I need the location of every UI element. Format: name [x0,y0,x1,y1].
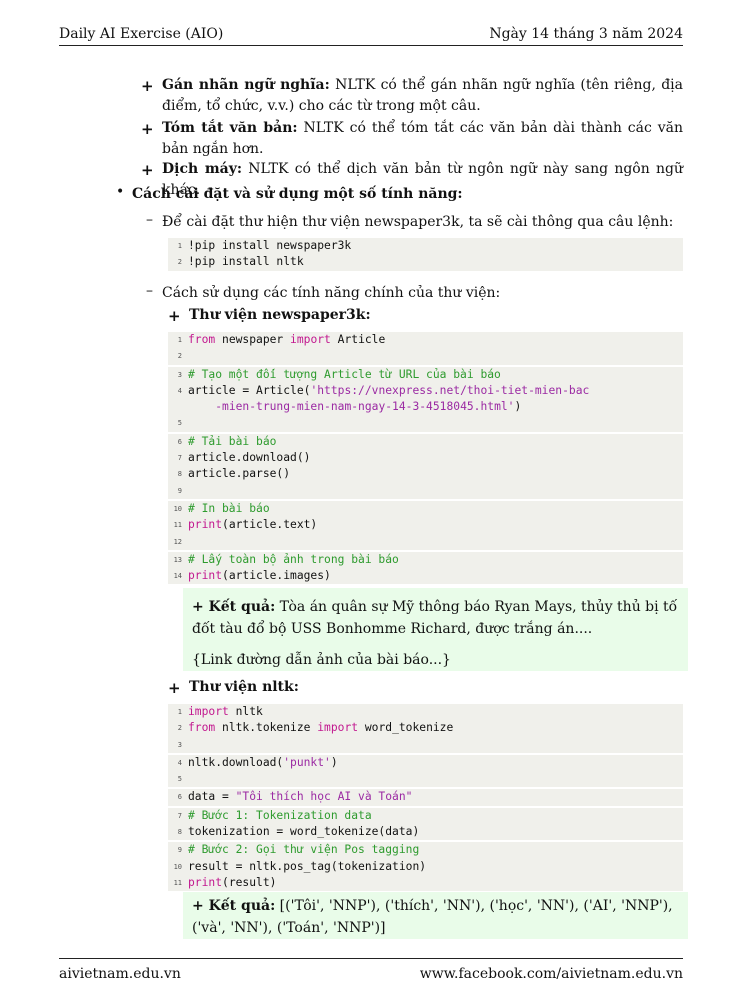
footer-website: aivietnam.edu.vn [59,966,181,982]
result-link: {Link đường dẫn ảnh của bài báo...} [192,652,451,668]
plus-icon: + [168,679,181,697]
code-line: 4 article = Article('https://vnexpress.ne… [177,383,590,397]
install-code-block: 1 !pip install newspaper3k 2 !pip install … [168,238,683,271]
code-line: 14 print(article.images) [173,569,331,583]
code-line: -mien-trung-mien-nam-ngay-14-3-4518045.h… [215,400,522,414]
newspaper-code-block: 1 from newspaper import Article 2 3 # Tạo … [168,332,683,585]
result-box-newspaper: + Kết quả: Tòa án quân sự Mỹ thông báo R… [183,588,688,671]
code-line: 12 [173,537,182,546]
footer-facebook: www.facebook.com/aivietnam.edu.vn [419,966,683,982]
header-title: Daily AI Exercise (AIO) [59,26,224,42]
code-line: 11 print(article.text) [173,518,318,532]
code-line: 3 [177,740,182,749]
code-line: 5 [177,775,182,784]
feature-title: Tóm tắt văn bản: [162,120,298,136]
feature-item: Gán nhãn ngữ nghĩa: NLTK có thể gán nhãn… [162,75,683,117]
plus-icon: + [168,307,181,325]
code-line: 6 # Tải bài báo [168,431,683,450]
bullet-icon: • [116,184,125,200]
install-text: Để cài đặt thư hiện thư viện newspaper3k… [162,214,674,230]
code-line: 2 from nltk.tokenize import word_tokenize [177,721,454,735]
usage-text: Cách sử dụng các tính năng chính của thư… [162,285,501,301]
dash-icon: – [146,212,153,228]
page-header: Daily AI Exercise (AIO) Ngày 14 tháng 3 … [59,26,683,46]
code-line: 7 # Bước 1: Tokenization data [168,805,683,824]
code-line: 8 article.parse() [177,467,291,481]
lib1-title: Thư viện newspaper3k: [189,307,371,323]
code-line: 13 # Lấy toàn bộ ảnh trong bài báo [168,549,683,568]
dash-icon: – [146,283,153,299]
code-line: 2 !pip install nltk [177,255,304,269]
code-line: 2 [177,352,182,361]
lib2-title: Thư viện nltk: [189,679,299,695]
feature-title: Dịch máy: [162,161,243,177]
code-line: 1 from newspaper import Article [177,333,386,346]
code-line: 10 result = nltk.pos_tag(tokenization) [173,859,427,873]
code-line: 1 !pip install newspaper3k [177,239,352,252]
feature-item: Tóm tắt văn bản: NLTK có thể tóm tắt các… [162,118,683,160]
code-line: 5 [177,419,182,428]
result-label: Kết quả: [208,599,276,615]
result-box-nltk: + Kết quả: [('Tôi', 'NNP'), ('thích', 'N… [183,892,688,939]
feature-title: Gán nhãn ngữ nghĩa: [162,77,330,93]
result-text: + Kết quả: Tòa án quân sự Mỹ thông báo R… [192,599,678,637]
header-date: Ngày 14 tháng 3 năm 2024 [489,26,683,42]
section-title: Cách cài đặt và sử dụng một số tính năng… [132,186,463,202]
code-line: 4 nltk.download('punkt') [168,752,683,771]
code-line: 7 article.download() [177,451,311,465]
code-line: 10 # In bài báo [168,498,683,517]
plus-icon: + [141,120,154,138]
result-text: + Kết quả: [('Tôi', 'NNP'), ('thích', 'N… [192,898,673,936]
code-line: 11 print(result) [173,875,277,889]
plus-icon: + [141,77,154,95]
code-line: 9 [177,486,182,495]
code-line: 6 data = "Tôi thích học AI và Toán" [168,787,683,805]
code-line: 9 # Bước 2: Gọi thư viện Pos tagging [168,840,683,858]
result-label: Kết quả: [208,898,276,914]
page-footer: aivietnam.edu.vn www.facebook.com/aiviet… [59,958,683,985]
nltk-code-block: 1 import nltk 2 from nltk.tokenize import … [168,704,683,892]
code-line: 8 tokenization = word_tokenize(data) [177,825,420,839]
code-line: 1 import nltk [177,705,263,718]
plus-icon: + [141,161,154,179]
code-line: 3 # Tạo một đối tượng Article từ URL của … [168,364,683,383]
